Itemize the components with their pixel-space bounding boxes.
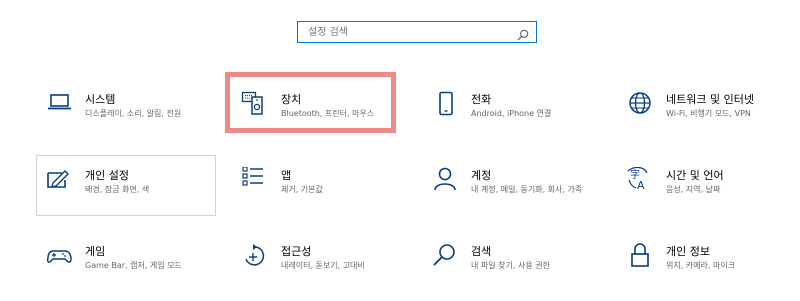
tile-gaming[interactable]: 게임 Game Bar, 캡처, 게임 모드: [45, 243, 210, 283]
tile-title: 전화: [471, 93, 492, 106]
tile-accessibility[interactable]: 접근성 내레이터, 돋보기, 고대비: [241, 243, 391, 283]
tile-accounts[interactable]: 계정 내 계정, 메일, 동기화, 회사, 가족: [431, 167, 601, 212]
tile-title: 게임: [85, 245, 106, 258]
tile-title: 개인 설정: [85, 169, 129, 182]
tile-title: 접근성: [281, 245, 312, 258]
accessibility-icon: [241, 243, 271, 273]
laptop-icon: [45, 91, 75, 121]
tile-title: 장치: [281, 93, 302, 106]
tile-description: 제거, 기본값: [281, 185, 323, 194]
magnifier-icon: [431, 243, 461, 273]
personalization-icon: [45, 167, 75, 197]
tile-personalization[interactable]: 개인 설정 배경, 잠금 화면, 색: [45, 167, 210, 207]
time-language-icon: 字 A: [626, 167, 656, 197]
search-icon[interactable]: [517, 26, 529, 41]
globe-icon: [626, 91, 656, 121]
tile-devices[interactable]: 장치 Bluetooth, 프린터, 마우스: [241, 91, 391, 131]
lock-icon: [626, 243, 656, 273]
tile-description: Game Bar, 캡처, 게임 모드: [85, 261, 182, 270]
tile-description: 배경, 잠금 화면, 색: [85, 185, 150, 194]
tile-description: Wi-Fi, 비행기 모드, VPN: [666, 109, 751, 118]
tile-title: 검색: [471, 245, 492, 258]
tile-phone[interactable]: 전화 Android, iPhone 연결: [431, 91, 601, 131]
tile-title: 앱: [281, 169, 292, 182]
tile-description: Android, iPhone 연결: [471, 109, 552, 118]
search-input[interactable]: [298, 22, 518, 42]
gamepad-icon: [45, 243, 75, 273]
tile-privacy[interactable]: 개인 정보 위치, 카메라, 마이크: [626, 243, 796, 283]
person-icon: [431, 167, 461, 197]
devices-icon: [241, 91, 271, 121]
search-box[interactable]: [297, 21, 537, 43]
tile-description: 내 파일 찾기, 사용 권한: [471, 261, 550, 270]
tile-title: 계정: [471, 169, 492, 182]
tile-network[interactable]: 네트워크 및 인터넷 Wi-Fi, 비행기 모드, VPN: [626, 91, 796, 131]
phone-icon: [431, 91, 461, 121]
tile-description: 내레이터, 돋보기, 고대비: [281, 261, 365, 270]
tile-description: 음성, 지역, 날짜: [666, 185, 721, 194]
tile-title: 시간 및 언어: [666, 169, 724, 182]
tile-system[interactable]: 시스템 디스플레이, 소리, 알림, 전원: [45, 91, 220, 131]
svg-text:A: A: [637, 179, 645, 192]
tile-title: 네트워크 및 인터넷: [666, 93, 754, 106]
apps-list-icon: [241, 167, 271, 197]
tile-description: Bluetooth, 프린터, 마우스: [281, 109, 375, 118]
tile-search[interactable]: 검색 내 파일 찾기, 사용 권한: [431, 243, 601, 283]
tile-title: 시스템: [85, 93, 116, 106]
tile-time-language[interactable]: 字 A 시간 및 언어 음성, 지역, 날짜: [626, 167, 796, 207]
tile-description: 위치, 카메라, 마이크: [666, 261, 736, 270]
tile-description: 내 계정, 메일, 동기화, 회사, 가족: [471, 185, 583, 194]
tile-apps[interactable]: 앱 제거, 기본값: [241, 167, 391, 207]
tile-description: 디스플레이, 소리, 알림, 전원: [85, 109, 182, 118]
tile-title: 개인 정보: [666, 245, 710, 258]
